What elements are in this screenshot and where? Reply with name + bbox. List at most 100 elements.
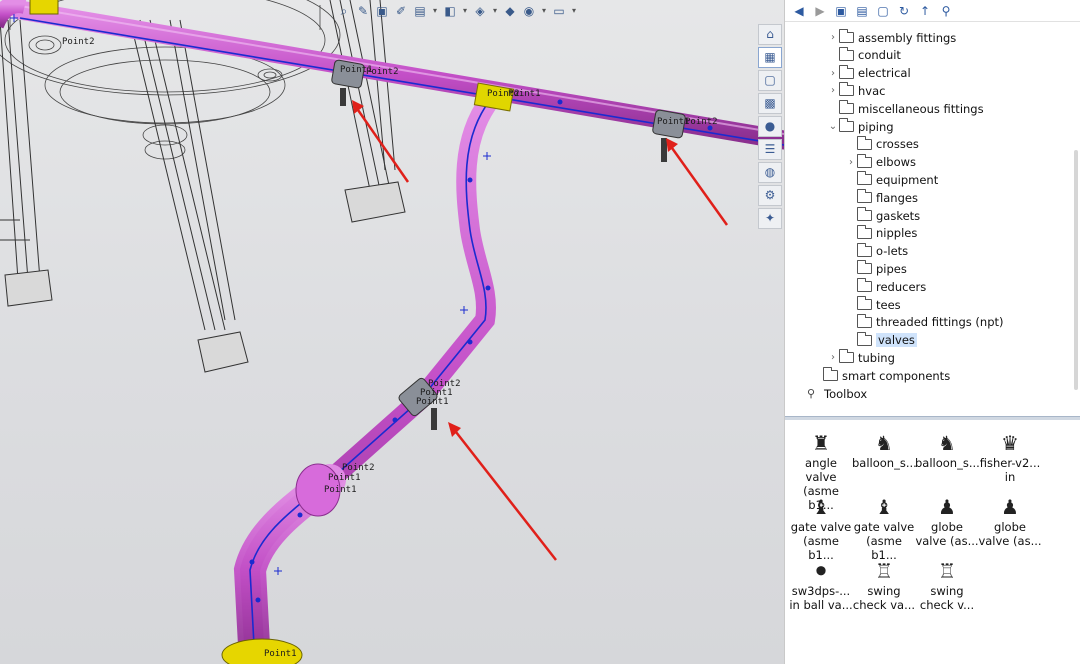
tree-item-label: gaskets [876,208,921,223]
tree-item-hvac[interactable]: › hvac [827,82,885,99]
chevron-right-icon[interactable]: › [827,32,839,43]
globe-valve-icon: ♟ [1001,495,1019,519]
chevron-down-icon[interactable]: ▾ [570,3,578,19]
tree-item-tubing[interactable]: › tubing [827,349,895,366]
section-view-icon[interactable]: ✎ [355,3,371,19]
chevron-down-icon[interactable]: ⌄ [827,121,839,132]
library-item[interactable]: ⚫ sw3dps-... in ball va... [789,554,853,612]
tree-item-electrical[interactable]: › electrical [827,64,911,82]
folder-icon [857,189,872,204]
chevron-right-icon[interactable]: › [845,157,857,168]
library-item[interactable]: ♝ gate valve (asme b1... [852,490,916,562]
graphics-viewport[interactable]: Point2 Point1 Point2 Point1 Point2 Point… [0,0,784,664]
tree-item-pipes[interactable]: pipes [845,260,907,277]
tree-item-label: tees [876,297,901,312]
library-item[interactable]: ♞ balloon_s... [915,426,980,470]
chevron-right-icon[interactable]: › [827,68,839,79]
design-library-panel: ◀ ▶ ▣ ▤ ▢ ↻ ↑ ⚲ › assembly fittings condui… [784,0,1080,664]
tree-item-label: crosses [876,137,919,152]
library-item[interactable]: ♟ globe valve (as... [978,490,1042,548]
folder-icon [823,367,838,382]
tree-item-piping[interactable]: ⌄ piping [827,118,894,135]
toolbox-settings-icon[interactable]: ⚲ [938,3,954,19]
folder-icon [857,296,872,310]
tree-item-threaded-fittings-npt[interactable]: threaded fittings (npt) [845,313,1004,331]
library-item-label: globe [931,520,963,534]
flange-top-left[interactable] [29,0,59,15]
tree-item-miscellaneous-fittings[interactable]: miscellaneous fittings [827,100,984,117]
monitor-icon[interactable]: ▭ [551,3,567,19]
tree-item-toolbox[interactable]: ⚲ Toolbox [807,385,867,402]
label-point1-e: Point1 [416,397,449,407]
tree-item-conduit[interactable]: conduit [827,46,901,64]
forward-icon[interactable]: ▶ [812,3,828,19]
tree-item-elbows[interactable]: › elbows [845,153,916,171]
appearances-icon[interactable]: ● [758,116,782,137]
view-settings-icon[interactable]: ◆ [502,3,518,19]
label-point1-f: Point1 [328,473,361,483]
tree-item-label: pipes [876,261,907,276]
chevron-down-icon[interactable]: ▾ [540,3,548,19]
tree-item-valves[interactable]: valves [845,331,917,349]
library-item[interactable]: ♖ swing check va... [852,554,916,612]
tree-item-crosses[interactable]: crosses [845,135,919,153]
label-point2-c: Point2 [487,89,520,99]
folder-icon [857,242,872,257]
tree-item-equipment[interactable]: equipment [845,171,938,188]
tree-item-nipples[interactable]: nipples [845,224,917,242]
library-item[interactable]: ♝ gate valve (asme b1... [789,490,853,562]
view-palette-icon[interactable]: ▩ [758,93,782,114]
tree-item-tees[interactable]: tees [845,296,901,313]
library-item[interactable]: ♞ balloon_s... [852,426,917,470]
custom-properties-icon[interactable]: ☰ [758,139,782,160]
label-point2-a: Point2 [62,37,95,47]
back-icon[interactable]: ◀ [791,3,807,19]
folder-icon [857,135,872,150]
library-tree: › assembly fittings conduit › electrical › hva… [785,28,1080,416]
chevron-down-icon[interactable]: ▾ [461,3,469,19]
fisher-valve-icon: ♛ [1001,431,1019,455]
folder-icon [857,153,872,168]
add-file-location-icon[interactable]: ▤ [854,3,870,19]
tree-item-reducers[interactable]: reducers [845,278,926,295]
hide-show-icon[interactable]: ▤ [412,3,428,19]
tree-item-o-lets[interactable]: o-lets [845,242,908,260]
zoom-fit-icon[interactable]: ⌕ [336,3,352,19]
chevron-right-icon[interactable]: › [827,352,839,363]
tree-item-label: assembly fittings [858,30,957,45]
chevron-right-icon[interactable]: › [827,85,839,96]
add-to-library-icon[interactable]: ▣ [833,3,849,19]
scene-icon[interactable]: ◈ [472,3,488,19]
route-points[interactable] [249,99,713,603]
solidworks-forum-icon[interactable]: ◍ [758,162,782,183]
library-item[interactable]: ♟ globe valve (as... [915,490,979,548]
create-folder-icon[interactable]: ▢ [875,3,891,19]
library-item[interactable]: ♛ fisher-v2... in [978,426,1042,484]
folder-icon [857,207,872,221]
library-item-label: swing [867,584,901,598]
tree-scrollbar[interactable] [1074,150,1078,390]
design-library-icon[interactable]: ▦ [758,47,782,68]
tree-item-smart-components[interactable]: smart components [823,367,950,384]
library-item-label: valve (as... [978,534,1042,548]
resources-icon[interactable]: ✦ [758,208,782,229]
toolbox-icon: ⚲ [807,387,816,400]
display-style-icon[interactable]: ✐ [393,3,409,19]
library-item[interactable]: ♖ swing check v... [915,554,979,612]
toolbox-icon[interactable]: ⚙ [758,185,782,206]
view-orientation-icon[interactable]: ▣ [374,3,390,19]
tree-item-assembly-fittings[interactable]: › assembly fittings [827,29,956,46]
tree-item-gaskets[interactable]: gaskets [845,207,920,224]
pipe-route-model[interactable]: Point2 Point1 Point2 Point1 Point2 Point… [0,0,784,664]
tree-item-flanges[interactable]: flanges [845,189,918,206]
up-icon[interactable]: ↑ [917,3,933,19]
edit-appearance-icon[interactable]: ◧ [442,3,458,19]
home-icon[interactable]: ⌂ [758,24,782,45]
chevron-down-icon[interactable]: ▾ [431,3,439,19]
refresh-icon[interactable]: ↻ [896,3,912,19]
library-item-label: balloon_s... [852,456,917,470]
file-explorer-icon[interactable]: ▢ [758,70,782,91]
chevron-down-icon[interactable]: ▾ [491,3,499,19]
apply-scene-icon[interactable]: ◉ [521,3,537,19]
panel-splitter[interactable] [785,416,1080,420]
